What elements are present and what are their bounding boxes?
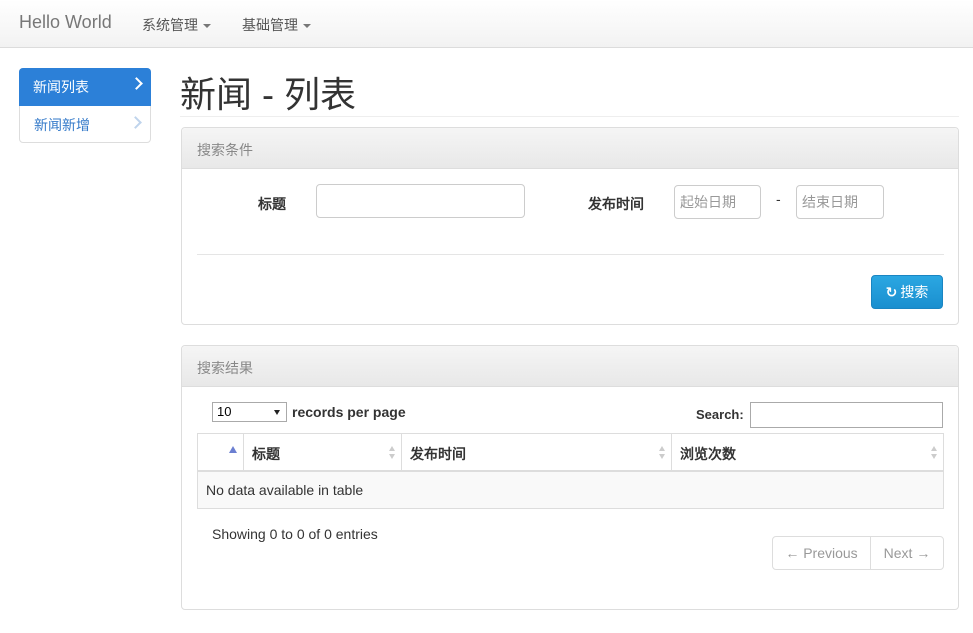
- column-header-label: 浏览次数: [680, 446, 736, 462]
- table-info: Showing 0 to 0 of 0 entries: [212, 526, 378, 542]
- title-input[interactable]: [316, 184, 525, 218]
- search-divider: [197, 254, 944, 255]
- sidebar-item-news-add[interactable]: 新闻新增: [20, 106, 150, 143]
- table-search-input[interactable]: [750, 402, 943, 428]
- start-date-input[interactable]: [674, 185, 761, 219]
- column-header-views[interactable]: 浏览次数: [672, 434, 943, 471]
- date-range-dash: -: [776, 191, 781, 207]
- pagination: ← Previous Next →: [772, 536, 944, 570]
- search-button[interactable]: ↻ 搜索: [871, 275, 943, 309]
- menu-label: 系统管理: [142, 17, 198, 33]
- search-panel: 搜索条件 标题 发布时间 - ↻搜索: [181, 127, 959, 325]
- search-button-label: 搜索: [900, 284, 929, 300]
- results-panel: 搜索结果 10 records per page Search: 标题 发布时间…: [181, 345, 959, 610]
- sort-both-icon: [389, 446, 396, 460]
- caret-down-icon: [203, 24, 211, 29]
- previous-page-button[interactable]: ← Previous: [773, 537, 871, 569]
- brand-link[interactable]: Hello World: [19, 12, 112, 33]
- sort-both-icon: [659, 446, 666, 460]
- page-length-select[interactable]: 10: [212, 402, 287, 422]
- records-per-page-label: records per page: [292, 404, 406, 420]
- column-header-label: 标题: [252, 446, 280, 462]
- next-page-button[interactable]: Next →: [871, 537, 943, 569]
- chevron-right-icon: [130, 77, 143, 90]
- sort-asc-icon: [229, 446, 237, 453]
- page-title: 新闻 - 列表: [180, 74, 356, 115]
- sidebar-item-news-list[interactable]: 新闻列表: [19, 68, 151, 106]
- column-header-label: 发布时间: [410, 446, 466, 462]
- sidebar: 新闻列表 新闻新增: [19, 68, 151, 143]
- column-header-title[interactable]: 标题: [244, 434, 402, 471]
- empty-message: No data available in table: [206, 482, 364, 498]
- dropdown-arrow-icon: [274, 410, 280, 415]
- column-header-index[interactable]: [198, 434, 244, 471]
- caret-down-icon: [303, 24, 311, 29]
- menu-system-management[interactable]: 系统管理: [142, 15, 211, 35]
- results-panel-heading: 搜索结果: [182, 346, 958, 387]
- chevron-right-icon: [129, 116, 142, 129]
- page-length-value: 10: [217, 404, 232, 419]
- sidebar-item-label: 新闻新增: [34, 117, 90, 133]
- menu-basic-management[interactable]: 基础管理: [242, 15, 311, 35]
- results-table: 标题 发布时间 浏览次数 No data available in table: [197, 433, 944, 509]
- sort-both-icon: [931, 446, 938, 460]
- top-navbar: Hello World 系统管理 基础管理: [0, 0, 973, 48]
- table-empty-row: No data available in table: [198, 472, 943, 508]
- sidebar-item-label: 新闻列表: [33, 79, 89, 95]
- search-panel-heading: 搜索条件: [182, 128, 958, 169]
- title-label: 标题: [258, 196, 286, 212]
- publish-time-label: 发布时间: [588, 196, 644, 212]
- table-search-label: Search:: [696, 407, 744, 422]
- end-date-input[interactable]: [796, 185, 884, 219]
- table-header: 标题 发布时间 浏览次数: [198, 434, 943, 472]
- menu-label: 基础管理: [242, 17, 298, 33]
- column-header-publish-time[interactable]: 发布时间: [402, 434, 672, 471]
- refresh-icon: ↻: [885, 284, 898, 300]
- title-divider: [180, 116, 959, 117]
